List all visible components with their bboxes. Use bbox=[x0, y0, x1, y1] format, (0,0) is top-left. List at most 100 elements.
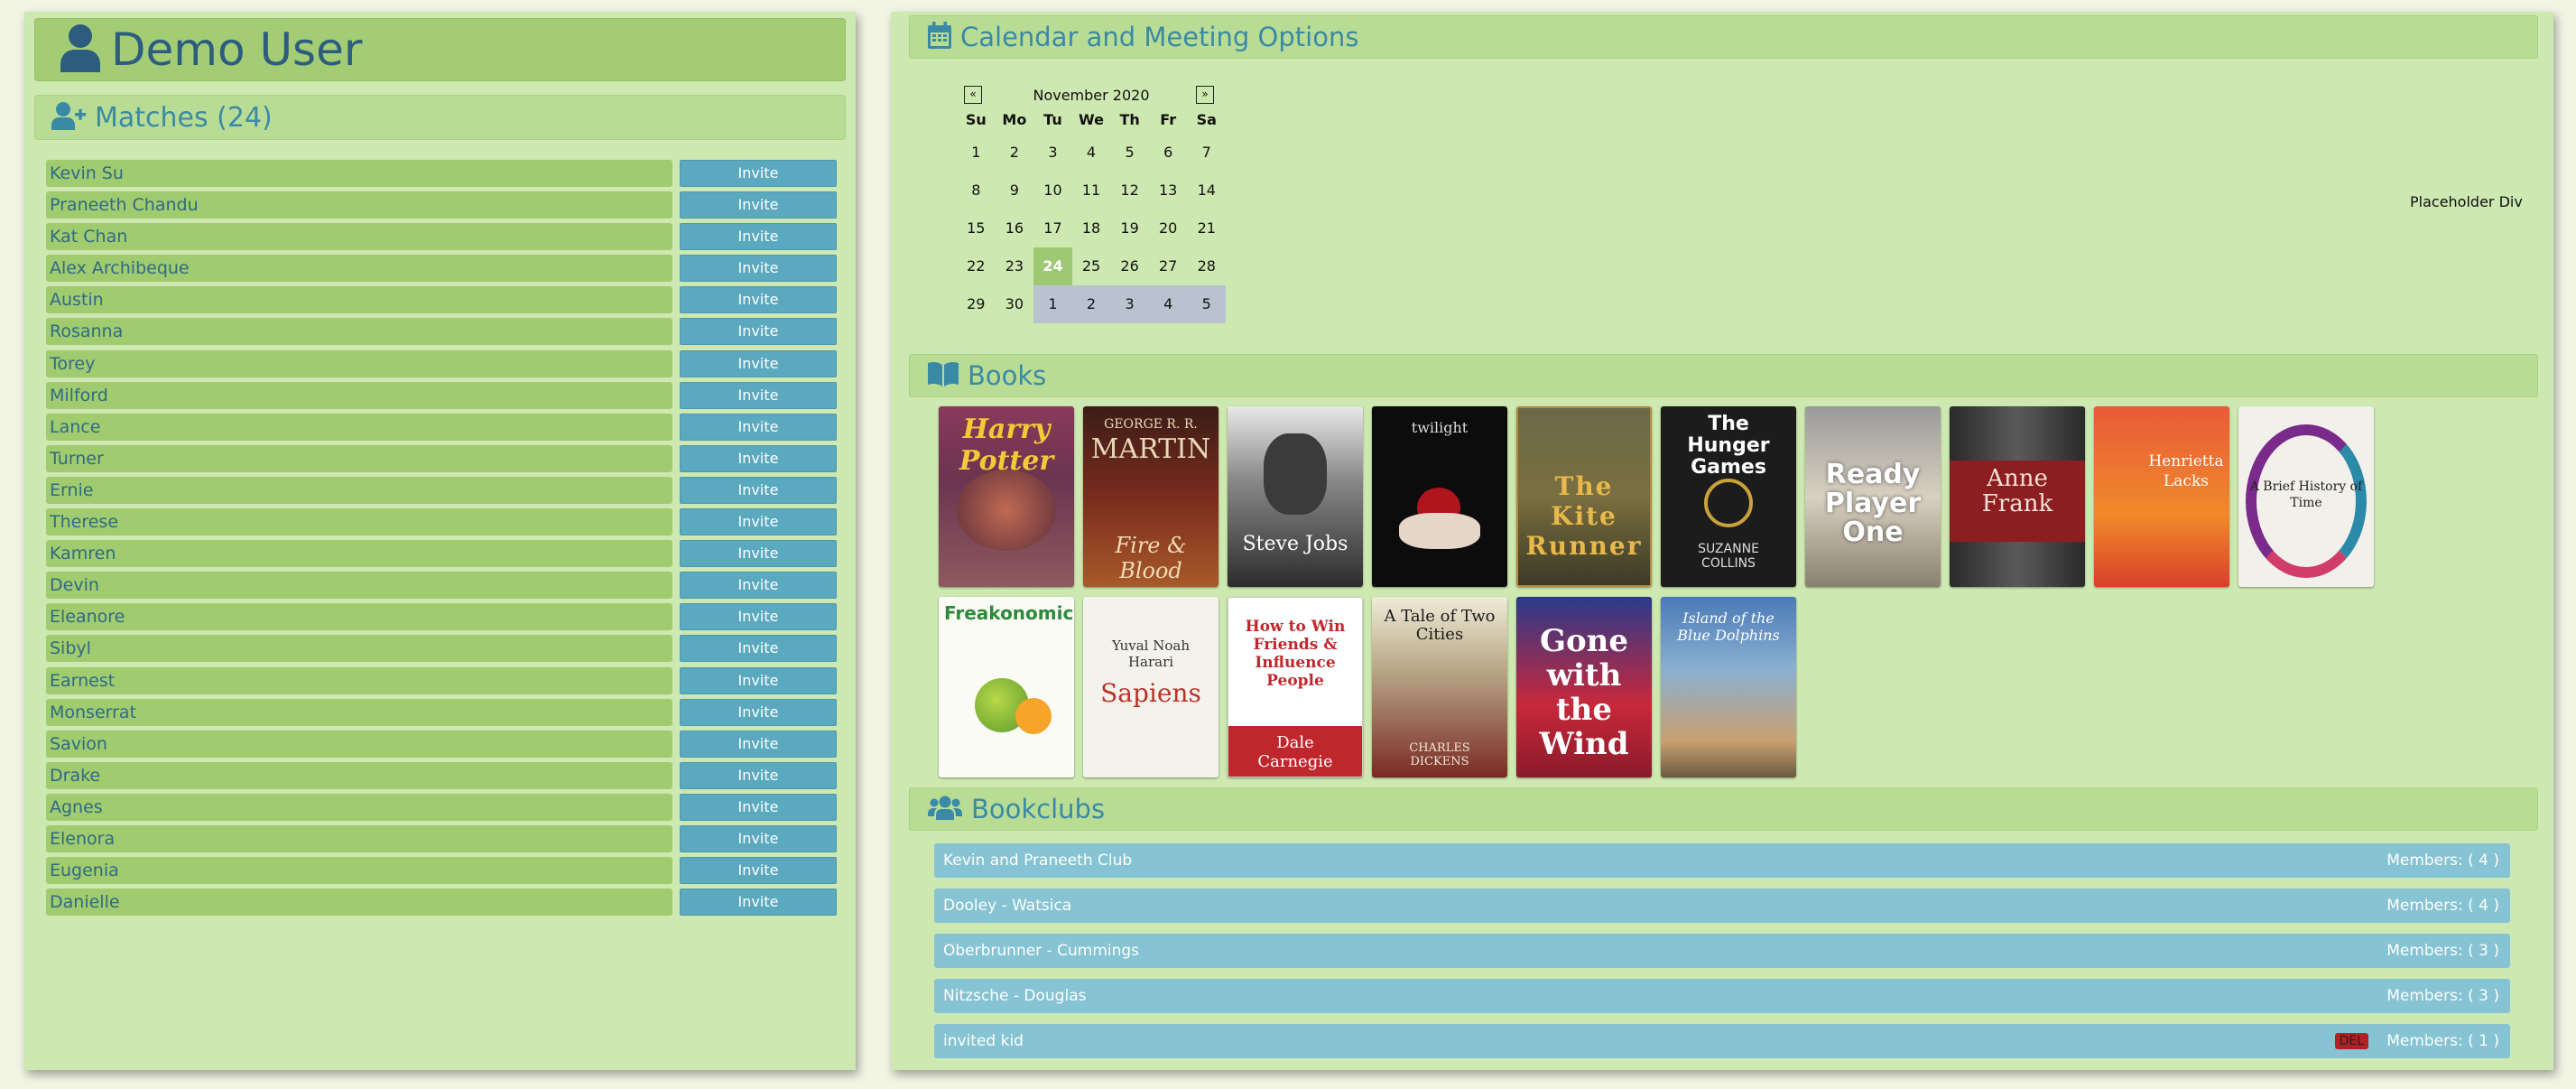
match-name: Danielle bbox=[46, 889, 672, 917]
book-cover[interactable]: The Kite Runner bbox=[1516, 406, 1652, 587]
calendar-day[interactable]: 18 bbox=[1072, 209, 1111, 247]
calendar-day[interactable]: 8 bbox=[957, 172, 996, 209]
invite-button[interactable]: Invite bbox=[680, 286, 837, 314]
invite-button[interactable]: Invite bbox=[680, 223, 837, 251]
invite-button[interactable]: Invite bbox=[680, 824, 837, 852]
calendar-day[interactable]: 2 bbox=[996, 134, 1034, 172]
calendar-day[interactable]: 13 bbox=[1149, 172, 1188, 209]
match-row: Monserrat Invite bbox=[46, 698, 837, 726]
calendar-day[interactable]: 24 bbox=[1033, 247, 1072, 285]
book-cover[interactable]: Gone with the Wind bbox=[1516, 597, 1652, 777]
invite-button[interactable]: Invite bbox=[680, 444, 837, 472]
calendar-day[interactable]: 12 bbox=[1110, 172, 1149, 209]
invite-button[interactable]: Invite bbox=[680, 889, 837, 917]
match-row: Milford Invite bbox=[46, 381, 837, 409]
invite-button[interactable]: Invite bbox=[680, 603, 837, 631]
book-cover[interactable]: Steve Jobs bbox=[1228, 406, 1363, 587]
calendar-day[interactable]: 1 bbox=[957, 134, 996, 172]
match-row: Ernie Invite bbox=[46, 476, 837, 504]
book-cover[interactable]: The Hunger Games SUZANNE COLLINS bbox=[1661, 406, 1796, 587]
book-cover[interactable]: A Brief History of Time bbox=[2238, 406, 2374, 587]
bookclub-name: Oberbrunner - Cummings bbox=[943, 942, 1140, 960]
invite-button[interactable]: Invite bbox=[680, 381, 837, 409]
calendar-day[interactable]: 10 bbox=[1033, 172, 1072, 209]
calendar-day[interactable]: 15 bbox=[957, 209, 996, 247]
book-cover[interactable]: Henrietta Lacks bbox=[2094, 406, 2229, 587]
calendar-day[interactable]: 23 bbox=[996, 247, 1034, 285]
calendar-icon bbox=[928, 22, 951, 52]
invite-button[interactable]: Invite bbox=[680, 761, 837, 789]
match-row: Eleanore Invite bbox=[46, 603, 837, 631]
invite-button[interactable]: Invite bbox=[680, 318, 837, 346]
invite-button[interactable]: Invite bbox=[680, 666, 837, 694]
calendar-day[interactable]: 30 bbox=[996, 285, 1034, 323]
invite-button[interactable]: Invite bbox=[680, 413, 837, 441]
invite-button[interactable]: Invite bbox=[680, 730, 837, 758]
calendar-day[interactable]: 14 bbox=[1187, 172, 1226, 209]
invite-button[interactable]: Invite bbox=[680, 540, 837, 568]
invite-button[interactable]: Invite bbox=[680, 572, 837, 600]
calendar-day[interactable]: 29 bbox=[957, 285, 996, 323]
user-header: Demo User bbox=[34, 18, 846, 81]
book-cover[interactable]: How to Win Friends & Influence People Da… bbox=[1228, 597, 1363, 777]
book-cover[interactable]: twilight bbox=[1372, 406, 1507, 587]
calendar-day[interactable]: 16 bbox=[996, 209, 1034, 247]
bookclub-row[interactable]: Kevin and Praneeth Club Members: ( 4 ) bbox=[934, 843, 2510, 878]
calendar-day[interactable]: 26 bbox=[1110, 247, 1149, 285]
calendar-day[interactable]: 9 bbox=[996, 172, 1034, 209]
invite-button[interactable]: Invite bbox=[680, 793, 837, 821]
calendar-day[interactable]: 3 bbox=[1110, 285, 1149, 323]
invite-button[interactable]: Invite bbox=[680, 857, 837, 885]
matches-panel: Demo User Matches (24) Kevin Su Invite Pra… bbox=[24, 12, 856, 1070]
calendar-day[interactable]: 20 bbox=[1149, 209, 1188, 247]
main-panel: Calendar and Meeting Options « November … bbox=[891, 12, 2553, 1070]
book-cover[interactable]: GEORGE R. R. MARTIN Fire & Blood bbox=[1083, 406, 1219, 587]
match-name: Eugenia bbox=[46, 857, 672, 885]
delete-button[interactable]: DEL bbox=[2334, 1033, 2368, 1049]
match-row: Sibyl Invite bbox=[46, 635, 837, 663]
calendar-day[interactable]: 19 bbox=[1110, 209, 1149, 247]
calendar-day[interactable]: 7 bbox=[1187, 134, 1226, 172]
bookclub-name: Kevin and Praneeth Club bbox=[943, 852, 1133, 870]
match-name: Praneeth Chandu bbox=[46, 191, 672, 219]
invite-button[interactable]: Invite bbox=[680, 255, 837, 283]
book-cover[interactable]: Harry Potter bbox=[939, 406, 1074, 587]
calendar-day[interactable]: 1 bbox=[1033, 285, 1072, 323]
calendar-day[interactable]: 22 bbox=[957, 247, 996, 285]
calendar-day[interactable]: 21 bbox=[1187, 209, 1226, 247]
bookclub-row[interactable]: Dooley - Watsica Members: ( 4 ) bbox=[934, 889, 2510, 923]
calendar-day[interactable]: 25 bbox=[1072, 247, 1111, 285]
invite-button[interactable]: Invite bbox=[680, 349, 837, 377]
invite-button[interactable]: Invite bbox=[680, 476, 837, 504]
match-row: Kamren Invite bbox=[46, 540, 837, 568]
book-cover[interactable]: Freakonomics bbox=[939, 597, 1074, 777]
book-cover[interactable]: Ready Player One bbox=[1805, 406, 1941, 587]
calendar-day[interactable]: 4 bbox=[1072, 134, 1111, 172]
book-cover[interactable]: A Tale of Two Cities CHARLES DICKENS bbox=[1372, 597, 1507, 777]
next-month-button[interactable]: » bbox=[1196, 86, 1214, 104]
calendar-day[interactable]: 5 bbox=[1110, 134, 1149, 172]
invite-button[interactable]: Invite bbox=[680, 508, 837, 536]
match-name: Austin bbox=[46, 286, 672, 314]
book-cover[interactable]: Anne Frank bbox=[1950, 406, 2085, 587]
bookclub-members: Members: ( 3 ) bbox=[2386, 987, 2499, 1005]
calendar-day[interactable]: 3 bbox=[1033, 134, 1072, 172]
invite-button[interactable]: Invite bbox=[680, 191, 837, 219]
calendar-day[interactable]: 5 bbox=[1187, 285, 1227, 323]
calendar-header: Calendar and Meeting Options bbox=[909, 15, 2538, 59]
invite-button[interactable]: Invite bbox=[680, 635, 837, 663]
bookclub-row[interactable]: Nitzsche - Douglas Members: ( 3 ) bbox=[934, 979, 2510, 1013]
calendar-day[interactable]: 27 bbox=[1149, 247, 1188, 285]
bookclub-row[interactable]: Oberbrunner - Cummings Members: ( 3 ) bbox=[934, 934, 2510, 968]
calendar-day[interactable]: 11 bbox=[1072, 172, 1111, 209]
invite-button[interactable]: Invite bbox=[680, 160, 837, 187]
invite-button[interactable]: Invite bbox=[680, 698, 837, 726]
calendar-day[interactable]: 28 bbox=[1187, 247, 1226, 285]
book-cover[interactable]: Yuval Noah Harari Sapiens bbox=[1083, 597, 1219, 777]
calendar-day[interactable]: 4 bbox=[1148, 285, 1188, 323]
calendar-day[interactable]: 6 bbox=[1149, 134, 1188, 172]
calendar-day[interactable]: 2 bbox=[1071, 285, 1111, 323]
book-cover[interactable]: Island of the Blue Dolphins bbox=[1661, 597, 1796, 777]
bookclub-row[interactable]: invited kid Members: ( 1 ) DEL bbox=[934, 1024, 2510, 1058]
calendar-day[interactable]: 17 bbox=[1033, 209, 1072, 247]
